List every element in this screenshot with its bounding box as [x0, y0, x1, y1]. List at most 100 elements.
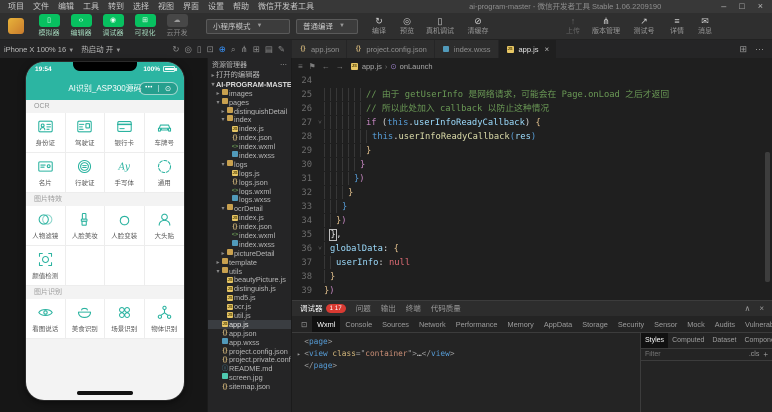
devtools-tab-Storage[interactable]: Storage: [577, 316, 613, 332]
toolbar-button-模拟器[interactable]: ▯ 模拟器: [34, 14, 64, 38]
user-avatar[interactable]: [8, 18, 24, 34]
code-line[interactable]: 38}: [292, 270, 772, 284]
panel-tab-输出[interactable]: 输出: [381, 303, 396, 314]
grid-item[interactable]: 名片: [26, 153, 66, 193]
compile-mode-select[interactable]: 普通编译 ▼: [296, 18, 358, 34]
close-icon[interactable]: ×: [759, 304, 764, 313]
devtools-tab-AppData[interactable]: AppData: [539, 316, 577, 332]
breadcrumb[interactable]: JS app.js › ⊙ onLaunch: [350, 62, 433, 71]
tree-folder[interactable]: ▸ distinguishDetail: [208, 106, 291, 115]
grid-item[interactable]: 看图说话: [26, 299, 66, 339]
toolbar-版本管理[interactable]: ⋔ 版本管理: [588, 16, 624, 36]
tree-item[interactable]: <> index.wxml: [208, 142, 291, 151]
tree-item[interactable]: {} project.config.json: [208, 347, 291, 356]
grid-item[interactable]: 物体识别: [144, 299, 184, 339]
code-line[interactable]: 36 ˅ globalData: {: [292, 242, 772, 256]
wxml-node[interactable]: ▸ <view class="container">…</view>: [297, 348, 635, 360]
menu-item[interactable]: 微信开发者工具: [258, 1, 314, 12]
code-line[interactable]: 24: [292, 74, 772, 88]
add-class-icon[interactable]: +: [763, 350, 768, 359]
tree-folder[interactable]: ▾ logs: [208, 159, 291, 169]
tree-item[interactable]: JS md5.js: [208, 293, 291, 302]
styles-tab-Dataset[interactable]: Dataset: [708, 333, 740, 348]
devtools-tab-Sensor[interactable]: Sensor: [649, 316, 682, 332]
toolbar-上传[interactable]: ↑ 上传: [560, 16, 586, 36]
toolbar-消息[interactable]: ✉ 消息: [692, 16, 718, 36]
menu-item[interactable]: 设置: [208, 1, 224, 12]
tree-folder[interactable]: ▸ template: [208, 257, 291, 267]
tree-root[interactable]: ▾ AI-PROGRAM-MASTER: [208, 80, 291, 89]
grid-item[interactable]: 美食识别: [65, 299, 105, 339]
panel-tab-问题[interactable]: 问题: [356, 303, 371, 314]
devtools-tab-Sources[interactable]: Sources: [377, 316, 414, 332]
tree-item[interactable]: {} logs.json: [208, 178, 291, 187]
code-line[interactable]: 37 userInfo: null: [292, 256, 772, 270]
toolbar-button-编辑器[interactable]: ‹› 编辑器: [66, 14, 96, 38]
menu-item[interactable]: 工具: [83, 1, 99, 12]
editor-scrollbar[interactable]: [765, 152, 770, 282]
external-window-icon[interactable]: ⊡: [207, 44, 214, 55]
close-button[interactable]: ×: [758, 0, 763, 13]
menu-item[interactable]: 编辑: [58, 1, 74, 12]
tree-item[interactable]: JS distinguish.js: [208, 284, 291, 293]
tab-project.config.json[interactable]: {} project.config.json: [347, 40, 435, 58]
code-line[interactable]: 26 // 所以此处加入 callback 以防止这种情况: [292, 102, 772, 116]
tree-item[interactable]: JS util.js: [208, 311, 291, 320]
grid-item[interactable]: Ay 手写体: [105, 153, 145, 193]
grid-item[interactable]: 车牌号: [144, 113, 184, 153]
code-line[interactable]: 25 // 由于 getUserInfo 是网络请求，可能会在 Page.onLo…: [292, 88, 772, 102]
more-menu-icon[interactable]: •••: [140, 85, 158, 91]
code-line[interactable]: 39}): [292, 284, 772, 298]
grid-item[interactable]: 银行卡: [105, 113, 145, 153]
code-line[interactable]: 28 this.userInfoReadyCallback(res): [292, 130, 772, 144]
toolbar-测试号[interactable]: ↗ 测试号: [626, 16, 662, 36]
menu-item[interactable]: 选择: [133, 1, 149, 12]
tab-app.js[interactable]: JS app.js ×: [498, 40, 558, 58]
tree-item[interactable]: screen.jpg: [208, 373, 291, 382]
styles-tab-Computed[interactable]: Computed: [668, 333, 708, 348]
open-editors-header[interactable]: ▸ 打开的编辑器: [208, 71, 291, 80]
grid-item[interactable]: 通用: [144, 153, 184, 193]
panel-tab-代码质量[interactable]: 代码质量: [431, 303, 461, 314]
code-line[interactable]: 34}): [292, 214, 772, 228]
tree-item[interactable]: index.wxss: [208, 151, 291, 160]
tree-item[interactable]: {} index.json: [208, 222, 291, 231]
tree-item[interactable]: {} sitemap.json: [208, 382, 291, 391]
pen-icon[interactable]: ✎: [278, 44, 285, 55]
styles-filter-input[interactable]: [645, 351, 745, 358]
tree-item[interactable]: {}project.private.config.js...: [208, 356, 291, 365]
devtools-tab-Memory[interactable]: Memory: [502, 316, 538, 332]
device-select[interactable]: iPhone X 100% 16 ▼: [4, 45, 74, 54]
panel-tab-调试器[interactable]: 调试器 1 17: [300, 303, 346, 314]
menu-icon[interactable]: ≡: [298, 62, 303, 71]
devtools-tab-Security[interactable]: Security: [613, 316, 649, 332]
grid-item[interactable]: 场景识别: [105, 299, 145, 339]
grid-icon[interactable]: ⊞: [253, 44, 260, 55]
minimize-button[interactable]: –: [721, 0, 726, 13]
action-预览[interactable]: ◎ 预览: [394, 16, 420, 36]
exit-target-icon[interactable]: ⊙: [159, 84, 177, 93]
explorer-more-icon[interactable]: ⋯: [280, 61, 287, 69]
panel-tab-终端[interactable]: 终端: [406, 303, 421, 314]
device-icon[interactable]: ▯: [197, 44, 202, 55]
tree-item[interactable]: JS index.js: [208, 124, 291, 133]
grid-item[interactable]: 大头贴: [144, 206, 184, 246]
collapse-icon[interactable]: ∧: [744, 304, 750, 313]
location-icon[interactable]: ◎: [184, 44, 191, 55]
devtools-tab-Console[interactable]: Console: [340, 316, 377, 332]
action-清缓存[interactable]: ⊘ 清缓存: [460, 16, 496, 36]
tree-item[interactable]: {} app.json: [208, 329, 291, 338]
bookmark-icon[interactable]: ⚑: [309, 62, 316, 71]
devtools-tab-Performance[interactable]: Performance: [451, 316, 503, 332]
grid-item[interactable]: 行驶证: [65, 153, 105, 193]
tree-item[interactable]: JS logs.js: [208, 169, 291, 178]
menu-item[interactable]: 转到: [108, 1, 124, 12]
tab-index.wxss[interactable]: index.wxss: [434, 40, 499, 58]
tree-item[interactable]: JS beautyPicture.js: [208, 275, 291, 284]
wxml-node[interactable]: </page>: [297, 360, 635, 372]
grid-item[interactable]: 人脸美妆: [65, 206, 105, 246]
code-line[interactable]: 30}: [292, 158, 772, 172]
devtools-tab-Network[interactable]: Network: [414, 316, 451, 332]
mode-select[interactable]: 小程序模式 ▼: [206, 18, 290, 34]
action-真机调试[interactable]: ▯ 真机调试: [422, 16, 458, 36]
